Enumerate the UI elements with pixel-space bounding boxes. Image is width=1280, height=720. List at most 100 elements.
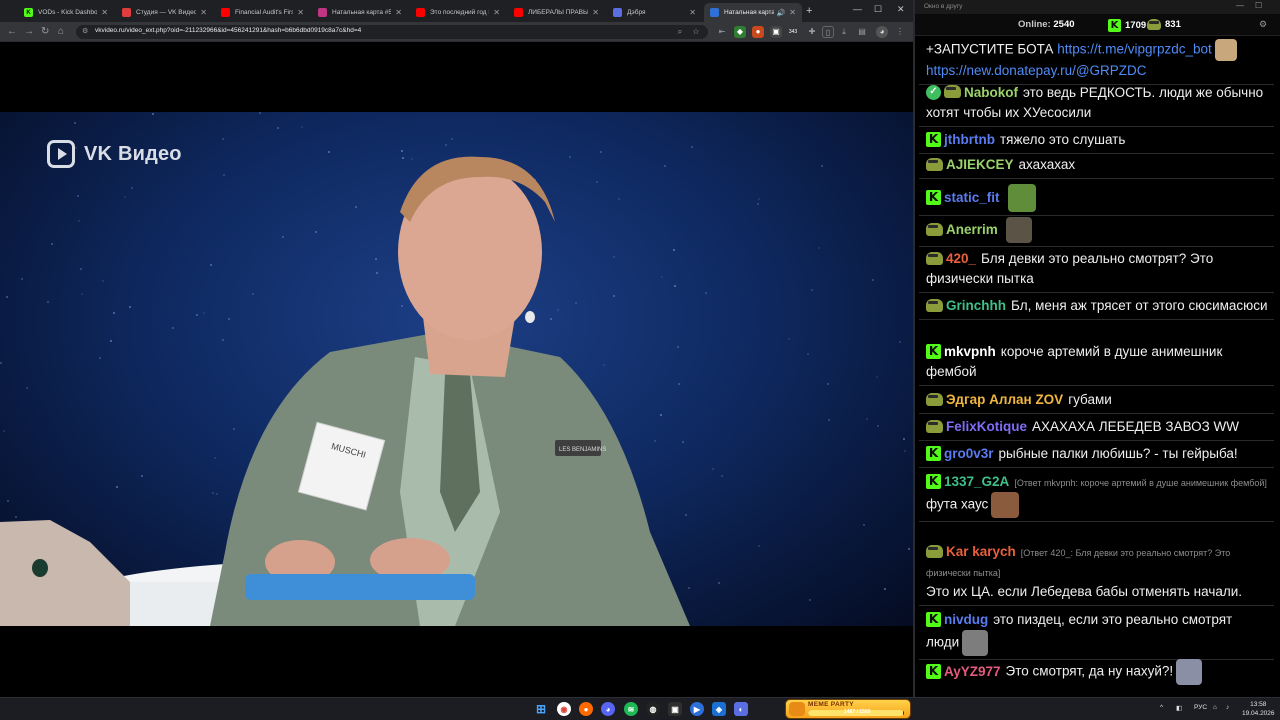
app-icon-blue[interactable]: ▶ — [690, 702, 704, 716]
chat-username[interactable]: nivdug — [944, 612, 988, 627]
tab-search-icon[interactable]: ▤ — [856, 26, 868, 38]
chat-link[interactable]: https://new.donatepay.ru/@GRPZDC — [926, 63, 1147, 78]
chat-username[interactable]: AyYZ977 — [944, 664, 1001, 679]
chat-maximize-icon[interactable]: ☐ — [1255, 1, 1262, 10]
system-clock[interactable]: 13:58 19.04.2026 — [1242, 700, 1275, 718]
extension-icon-1[interactable]: ⇤ — [716, 26, 728, 38]
user-badge — [926, 251, 943, 265]
chat-username[interactable]: Nabokof — [964, 85, 1018, 100]
chrome-icon[interactable]: ◉ — [557, 702, 571, 716]
chat-titlebar: Окно в другу — ☐ — [915, 0, 1280, 14]
tab-close-icon[interactable]: ✕ — [592, 8, 599, 17]
close-window-icon[interactable]: ✕ — [897, 4, 905, 15]
chat-username[interactable]: AJIEKCEY — [946, 157, 1014, 172]
chat-link[interactable]: https://t.me/vipgrpzdc_bot — [1057, 42, 1212, 57]
network-icon[interactable]: ⌂ — [1213, 704, 1217, 711]
settings-gear-icon[interactable]: ⚙ — [1256, 19, 1270, 31]
site-info-icon[interactable]: ⚙ — [82, 28, 90, 36]
user-badge: K — [926, 611, 941, 627]
reload-icon[interactable]: ↻ — [41, 26, 49, 38]
spotify-icon[interactable]: ≋ — [624, 702, 638, 716]
browser-tab[interactable]: Студия — VK Видео | Г✕ — [116, 3, 213, 22]
tab-favicon-icon: K — [24, 8, 33, 17]
tab-close-icon[interactable]: ✕ — [297, 8, 304, 17]
tab-close-icon[interactable]: ✕ — [200, 8, 207, 17]
kick-icon: K — [926, 131, 941, 147]
pepe-icon — [944, 84, 961, 98]
reply-quote[interactable]: [Ответ mkvpnh: короче артемий в душе ани… — [1014, 478, 1267, 488]
app-icon-blue2[interactable]: ◈ — [712, 702, 726, 716]
svg-text:LES BENJAMINS: LES BENJAMINS — [559, 447, 606, 453]
download-icon[interactable]: ⤓ — [838, 26, 850, 38]
minimize-icon[interactable]: — — [853, 4, 862, 14]
pepe-icon — [926, 544, 943, 558]
sidebar-icon[interactable]: ▯ — [822, 26, 834, 38]
browser-tab[interactable]: ЛИБЕРАЛЫ ПРАВЫ В!!✕ — [508, 3, 605, 22]
user-badge — [926, 222, 943, 236]
chat-minimize-icon[interactable]: — — [1236, 1, 1244, 10]
browser-tab[interactable]: Financial Audit's First I✕ — [215, 3, 310, 22]
discord-icon[interactable]: ◕ — [601, 702, 615, 716]
tab-audio-icon[interactable]: 🔊 — [777, 9, 786, 17]
tab-title: Натальная карта #58 Л — [332, 9, 392, 16]
bookmark-star-icon[interactable]: ☆ — [690, 26, 702, 38]
extension-icon-3[interactable]: ● — [752, 26, 764, 38]
video-player[interactable]: MUSCHI LES BENJAMINS VK Видео — [0, 112, 913, 626]
chat-username[interactable]: Kar karych — [946, 544, 1016, 559]
tray-chevron-icon[interactable]: ^ — [1160, 704, 1163, 711]
home-icon[interactable]: ⌂ — [58, 26, 64, 38]
start-icon[interactable]: ⊞ — [534, 702, 548, 716]
tab-title: Это последний год Пу — [430, 9, 489, 16]
tab-close-icon[interactable]: ✕ — [689, 8, 696, 17]
tray-icon-1[interactable]: ◧ — [1176, 704, 1182, 712]
new-tab-button[interactable]: + — [806, 5, 812, 17]
browser-toolbar: ← → ↻ ⌂ ⚙ vkvideo.ru/video_ext.php?oid=-… — [0, 22, 913, 42]
kick-icon: K — [926, 611, 941, 627]
chat-message-text: АХАХАХА ЛЕБЕДЕВ ЗАВОЗ WW — [1032, 419, 1240, 434]
forward-icon[interactable]: → — [24, 26, 34, 38]
meme-party-widget[interactable]: MEME PARTY 1487 / 1500 — [785, 699, 911, 719]
chat-username[interactable]: Эдгар Аллан ZOV — [946, 392, 1063, 407]
chat-message: Knivdug это пиздец, если это реально смот… — [919, 608, 1274, 660]
obs-icon[interactable]: ◍ — [646, 702, 660, 716]
extension-icon-4[interactable]: ▣ — [770, 26, 782, 38]
address-url[interactable]: vkvideo.ru/video_ext.php?oid=-211232966&… — [95, 27, 361, 34]
chat-message: 420_ Бля девки это реально смотрят? Это ф… — [919, 247, 1274, 293]
profile-avatar[interactable]: ◕ — [876, 26, 888, 38]
browser-tab[interactable]: Натальная карта #🔊✕ — [704, 3, 802, 22]
chat-username[interactable]: FelixKotique — [946, 419, 1027, 434]
chat-username[interactable]: jthbrtnb — [944, 132, 995, 147]
app-icon-dark[interactable]: ▣ — [668, 702, 682, 716]
chat-username[interactable]: static_fit — [944, 190, 1000, 205]
browser-tab[interactable]: K VODs - Kick Dashboard✕ — [18, 3, 114, 22]
user-badge: K — [926, 473, 941, 489]
volume-icon[interactable]: ♪ — [1226, 704, 1229, 711]
extension-icon-2[interactable]: ◆ — [734, 26, 746, 38]
address-bar[interactable]: ⚙ vkvideo.ru/video_ext.php?oid=-21123296… — [76, 25, 708, 39]
zoom-icon[interactable]: ⌕ — [674, 26, 686, 38]
video-frame: MUSCHI LES BENJAMINS — [0, 156, 690, 626]
language-indicator[interactable]: РУС — [1194, 704, 1207, 711]
browser-tab[interactable]: Это последний год Пу ✕ — [410, 3, 506, 22]
app-icon-purple[interactable]: ◐ — [734, 702, 748, 716]
chat-message-list[interactable]: +ЗАПУСТИТЕ БОТА https://t.me/vipgrpzdc_b… — [919, 37, 1276, 687]
tab-close-icon[interactable]: ✕ — [789, 8, 796, 17]
maximize-icon[interactable]: ☐ — [874, 4, 882, 15]
browser-tab[interactable]: Натальная карта #58 Л✕ — [312, 3, 408, 22]
chat-username[interactable]: Anerrim — [946, 222, 998, 237]
chat-username[interactable]: mkvpnh — [944, 344, 996, 359]
tab-close-icon[interactable]: ✕ — [395, 8, 402, 17]
user-badge: K — [926, 445, 941, 461]
extensions-puzzle-icon[interactable]: ✚ — [806, 26, 818, 38]
tab-close-icon[interactable]: ✕ — [493, 8, 500, 17]
back-icon[interactable]: ← — [7, 26, 17, 38]
chat-username[interactable]: 1337_G2A — [944, 474, 1009, 489]
app-icon-orange[interactable]: ● — [579, 702, 593, 716]
chat-username[interactable]: 420_ — [946, 251, 976, 266]
menu-kebab-icon[interactable]: ⋮ — [894, 26, 906, 38]
chat-username[interactable]: gro0v3r — [944, 446, 994, 461]
chat-username[interactable]: Grinchhh — [946, 298, 1006, 313]
tab-close-icon[interactable]: ✕ — [101, 8, 108, 17]
browser-tab[interactable]: Дэбря ✕ — [607, 3, 702, 22]
windows-taskbar: ⊞ ◉ ● ◕ ≋ ◍ ▣ ▶ ◈ ◐ MEME PARTY 1487 / 15… — [0, 697, 1280, 720]
